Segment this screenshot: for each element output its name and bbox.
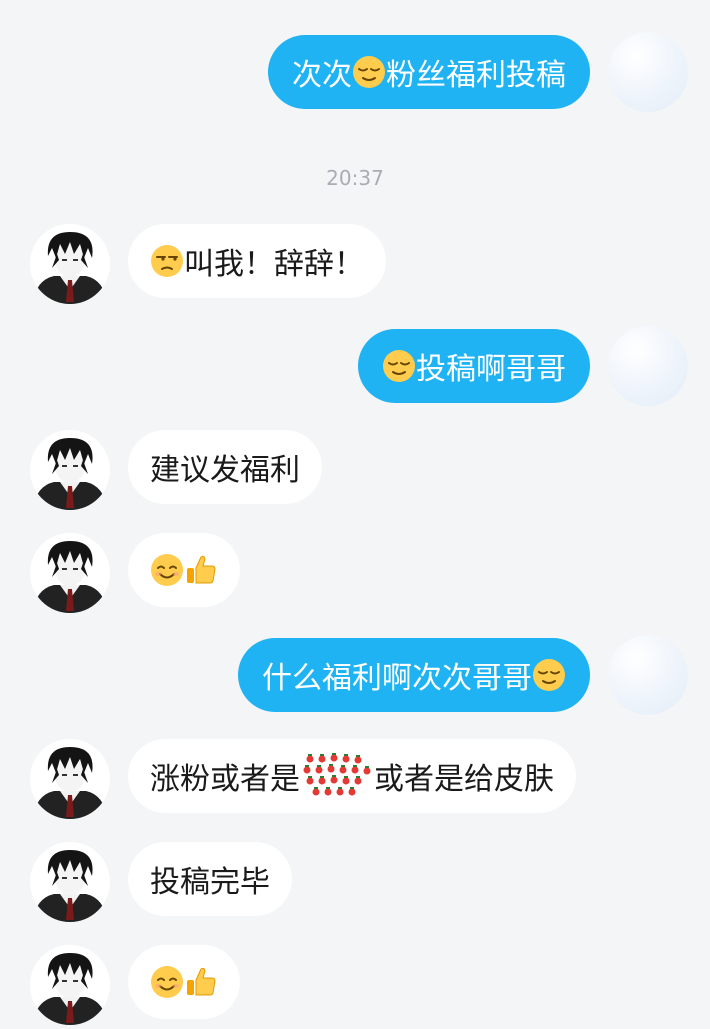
thumbs-up-emoji-icon: [184, 553, 218, 587]
anime-character-avatar-icon: [30, 224, 110, 304]
contact-avatar[interactable]: [30, 430, 110, 510]
thumbs-up-emoji-icon: [184, 965, 218, 999]
relieved-face-emoji-icon: [352, 55, 386, 89]
relieved-face-emoji-icon: [532, 658, 566, 692]
message-text: 粉丝福利投稿: [386, 58, 566, 93]
smiling-face-emoji-icon: [150, 965, 184, 999]
message-text: 建议发福利: [150, 453, 300, 488]
anime-character-avatar-icon: [30, 945, 110, 1025]
incoming-message-bubble[interactable]: 投稿完毕: [128, 842, 292, 916]
message-text: 涨粉或者是: [150, 762, 300, 797]
contact-avatar[interactable]: [30, 224, 110, 304]
contact-avatar[interactable]: [30, 739, 110, 819]
outgoing-message-bubble[interactable]: 投稿啊哥哥: [358, 329, 590, 403]
unamused-face-emoji-icon: [150, 244, 184, 278]
contact-avatar[interactable]: [30, 533, 110, 613]
smiling-face-emoji-icon: [150, 553, 184, 587]
contact-avatar[interactable]: [30, 945, 110, 1025]
message-row: 涨粉或者是 或者是给皮肤: [0, 739, 710, 819]
my-avatar[interactable]: [608, 326, 688, 406]
message-text: 叫我！辞辞！: [184, 247, 364, 282]
message-row: 什么福利啊次次哥哥: [0, 635, 710, 715]
message-text: 投稿完毕: [150, 865, 270, 900]
message-row: 建议发福利: [0, 430, 710, 510]
message-row: 叫我！辞辞！: [0, 224, 710, 304]
message-text: 什么福利啊次次哥哥: [262, 661, 532, 696]
incoming-message-bubble[interactable]: [128, 533, 240, 607]
my-avatar[interactable]: [608, 32, 688, 112]
message-row: 投稿完毕: [0, 842, 710, 922]
anime-character-avatar-icon: [30, 739, 110, 819]
my-avatar[interactable]: [608, 635, 688, 715]
message-row: 投稿啊哥哥: [0, 326, 710, 406]
incoming-message-bubble[interactable]: 涨粉或者是 或者是给皮肤: [128, 739, 576, 813]
incoming-message-bubble[interactable]: 建议发福利: [128, 430, 322, 504]
chat-time-divider: 20:37: [326, 166, 384, 190]
strawberry-sticker-icon: [303, 753, 371, 796]
anime-character-avatar-icon: [30, 430, 110, 510]
relieved-face-emoji-icon: [382, 349, 416, 383]
message-text: 投稿啊哥哥: [416, 352, 566, 387]
message-row: 次次 粉丝福利投稿: [0, 32, 710, 112]
message-row: [0, 533, 710, 613]
contact-avatar[interactable]: [30, 842, 110, 922]
incoming-message-bubble[interactable]: 叫我！辞辞！: [128, 224, 386, 298]
message-text: 或者是给皮肤: [374, 762, 554, 797]
outgoing-message-bubble[interactable]: 次次 粉丝福利投稿: [268, 35, 590, 109]
incoming-message-bubble[interactable]: [128, 945, 240, 1019]
outgoing-message-bubble[interactable]: 什么福利啊次次哥哥: [238, 638, 590, 712]
message-row: [0, 945, 710, 1025]
message-text: 次次: [292, 58, 352, 93]
anime-character-avatar-icon: [30, 842, 110, 922]
anime-character-avatar-icon: [30, 533, 110, 613]
